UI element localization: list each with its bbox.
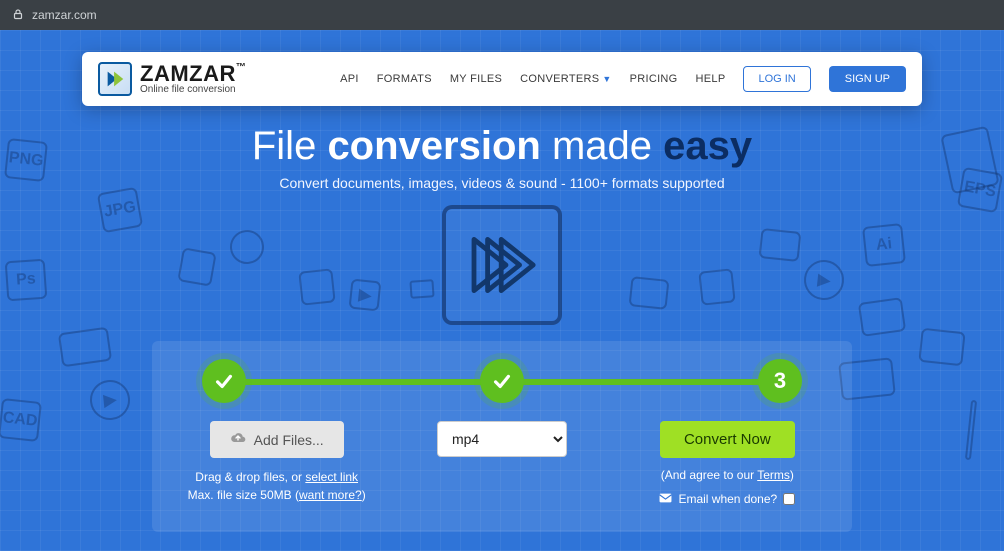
signup-button[interactable]: SIGN UP: [829, 66, 906, 92]
brand-name: ZAMZAR: [140, 61, 236, 86]
converter-panel: 3 Add Files... Drag & drop files, or sel…: [152, 341, 852, 532]
format-select[interactable]: mp4: [437, 421, 567, 457]
email-label: Email when done?: [678, 492, 777, 506]
check-icon: [213, 370, 235, 392]
hero-emblem-icon: [442, 205, 562, 325]
login-button[interactable]: LOG IN: [743, 66, 810, 92]
add-files-button[interactable]: Add Files...: [210, 421, 344, 458]
nav-converters[interactable]: CONVERTERS▼: [520, 73, 611, 85]
convert-button[interactable]: Convert Now: [660, 421, 795, 458]
check-icon: [491, 370, 513, 392]
hero-subtitle: Convert documents, images, videos & soun…: [0, 175, 1004, 191]
lock-icon: [12, 8, 24, 23]
site-logo[interactable]: ZAMZAR™ Online file conversion: [98, 62, 246, 96]
main-nav: API FORMATS MY FILES CONVERTERS▼ PRICING…: [340, 66, 906, 92]
email-checkbox[interactable]: [783, 493, 795, 505]
brand-tagline: Online file conversion: [140, 85, 246, 95]
step-3: 3: [758, 359, 802, 403]
hero-title: File conversion made easy: [0, 124, 1004, 169]
nav-api[interactable]: API: [340, 73, 359, 85]
nav-help[interactable]: HELP: [696, 73, 726, 85]
step-1: [202, 359, 246, 403]
step-2: [480, 359, 524, 403]
agree-text: (And agree to our Terms): [627, 468, 828, 482]
step3-col: Convert Now (And agree to our Terms) Ema…: [627, 421, 828, 506]
nav-formats[interactable]: FORMATS: [377, 73, 432, 85]
mail-icon: [659, 492, 672, 506]
terms-link[interactable]: Terms: [757, 468, 790, 482]
browser-address-bar: zamzar.com: [0, 0, 1004, 30]
brand-tm: ™: [236, 62, 247, 73]
hero: File conversion made easy Convert docume…: [0, 124, 1004, 325]
step1-col: Add Files... Drag & drop files, or selec…: [176, 421, 377, 504]
want-more-link[interactable]: want more?: [299, 488, 362, 502]
select-link[interactable]: select link: [305, 470, 358, 484]
upload-cloud-icon: [230, 430, 246, 449]
drag-hint: Drag & drop files, or select link Max. f…: [176, 468, 377, 504]
nav-myfiles[interactable]: MY FILES: [450, 73, 502, 85]
step2-col: mp4: [401, 421, 602, 457]
nav-pricing[interactable]: PRICING: [630, 73, 678, 85]
logo-icon: [98, 62, 132, 96]
step-indicator: 3: [186, 359, 818, 403]
site-header: ZAMZAR™ Online file conversion API FORMA…: [82, 52, 922, 106]
browser-url: zamzar.com: [32, 8, 97, 22]
caret-down-icon: ▼: [602, 74, 611, 84]
